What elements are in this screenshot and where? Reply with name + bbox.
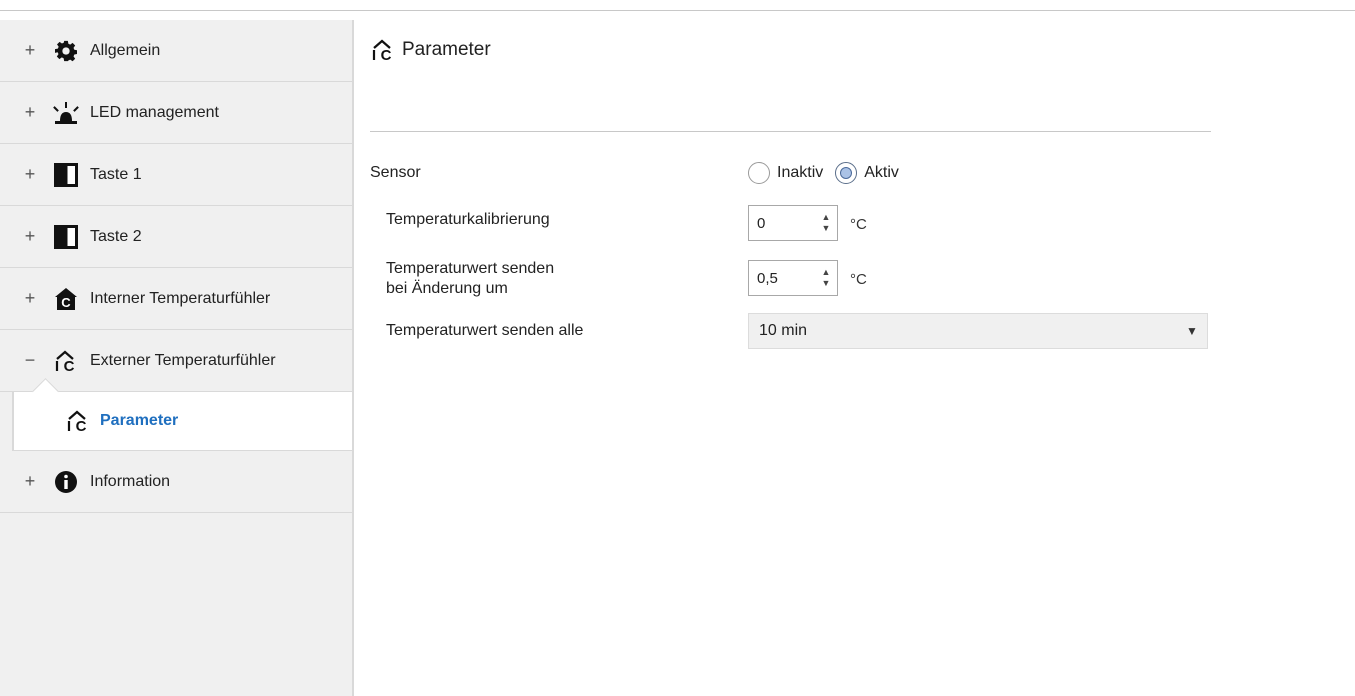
expand-toggle[interactable]: + <box>20 40 40 61</box>
radio-inaktiv-label[interactable]: Inaktiv <box>777 164 823 182</box>
expand-toggle[interactable]: + <box>20 102 40 123</box>
page-title: C Parameter <box>370 38 491 62</box>
send-interval-select[interactable]: 10 min ▼ <box>748 313 1208 349</box>
collapse-toggle[interactable]: − <box>20 350 40 371</box>
sidebar-item-taste-2[interactable]: + Taste 2 <box>0 206 352 268</box>
send-on-change-stepper[interactable]: 0,5 ▲ ▼ <box>748 260 838 296</box>
house-celsius-filled-icon: C <box>52 287 80 311</box>
sidebar: + Allgemein + LED management + Taste 1 +… <box>0 20 354 696</box>
sidebar-item-information[interactable]: + Information <box>0 451 352 513</box>
radio-checked-dot <box>840 167 853 179</box>
send-on-change-label-line1: Temperaturwert senden <box>386 260 555 277</box>
calibration-unit: °C <box>850 216 867 233</box>
down-arrow-icon[interactable]: ▼ <box>822 223 831 234</box>
sidebar-subitem-parameter[interactable]: C Parameter <box>12 378 352 451</box>
down-arrow-icon[interactable]: ▼ <box>822 278 831 289</box>
stepper-arrows[interactable]: ▲ ▼ <box>815 267 837 289</box>
send-on-change-value[interactable]: 0,5 <box>749 270 815 287</box>
sidebar-item-interner-temperaturfuehler[interactable]: + C Interner Temperaturfühler <box>0 268 352 330</box>
send-interval-label: Temperaturwert senden alle <box>386 322 584 339</box>
sidebar-item-label: Externer Temperaturfühler <box>90 351 276 369</box>
main-panel: C Parameter Sensor Inaktiv Aktiv Tempera… <box>370 20 1355 696</box>
led-light-icon <box>52 101 80 125</box>
expand-toggle[interactable]: + <box>20 164 40 185</box>
send-on-change-label-line2: bei Änderung um <box>386 280 508 297</box>
stepper-arrows[interactable]: ▲ ▼ <box>815 212 837 234</box>
house-celsius-outline-icon: C <box>370 38 396 62</box>
sidebar-item-label: Interner Temperaturfühler <box>90 289 271 307</box>
button-half-icon <box>52 162 80 187</box>
sidebar-item-allgemein[interactable]: + Allgemein <box>0 20 352 82</box>
svg-text:C: C <box>381 47 392 62</box>
radio-aktiv[interactable] <box>835 162 858 184</box>
sidebar-item-taste-1[interactable]: + Taste 1 <box>0 144 352 206</box>
radio-aktiv-label[interactable]: Aktiv <box>864 164 899 182</box>
up-arrow-icon[interactable]: ▲ <box>822 267 831 278</box>
sidebar-item-label: Allgemein <box>90 41 161 59</box>
chevron-down-icon[interactable]: ▼ <box>1177 324 1207 338</box>
info-icon <box>52 470 80 494</box>
sidebar-item-label: Information <box>90 472 171 490</box>
sidebar-item-led-management[interactable]: + LED management <box>0 82 352 144</box>
window-top-border <box>0 10 1355 11</box>
sensor-label: Sensor <box>370 164 421 181</box>
send-interval-value[interactable]: 10 min <box>749 322 1177 340</box>
gear-icon <box>52 40 80 62</box>
expand-toggle[interactable]: + <box>20 226 40 247</box>
send-on-change-unit: °C <box>850 271 867 288</box>
sidebar-item-label: LED management <box>90 103 219 121</box>
svg-text:C: C <box>76 418 87 433</box>
page-title-text: Parameter <box>402 39 491 60</box>
house-celsius-outline-icon: C <box>64 409 92 433</box>
sensor-radio-group: Inaktiv Aktiv <box>748 162 911 184</box>
sidebar-item-label: Taste 2 <box>90 227 142 245</box>
calibration-stepper[interactable]: 0 ▲ ▼ <box>748 205 838 241</box>
divider <box>370 131 1211 132</box>
svg-text:C: C <box>64 358 75 373</box>
sidebar-subitem-label: Parameter <box>100 412 179 429</box>
up-arrow-icon[interactable]: ▲ <box>822 212 831 223</box>
calibration-value[interactable]: 0 <box>749 215 815 232</box>
button-half-icon <box>52 224 80 249</box>
house-celsius-outline-icon: C <box>52 349 80 373</box>
radio-inaktiv[interactable] <box>748 162 770 184</box>
send-on-change-label: Temperaturwert senden bei Änderung um <box>386 259 554 299</box>
svg-text:C: C <box>61 295 71 310</box>
sidebar-item-label: Taste 1 <box>90 165 142 183</box>
expand-toggle[interactable]: + <box>20 288 40 309</box>
calibration-label: Temperaturkalibrierung <box>386 211 550 228</box>
sidebar-item-externer-temperaturfuehler[interactable]: − C Externer Temperaturfühler <box>0 330 352 392</box>
expand-toggle[interactable]: + <box>20 471 40 492</box>
